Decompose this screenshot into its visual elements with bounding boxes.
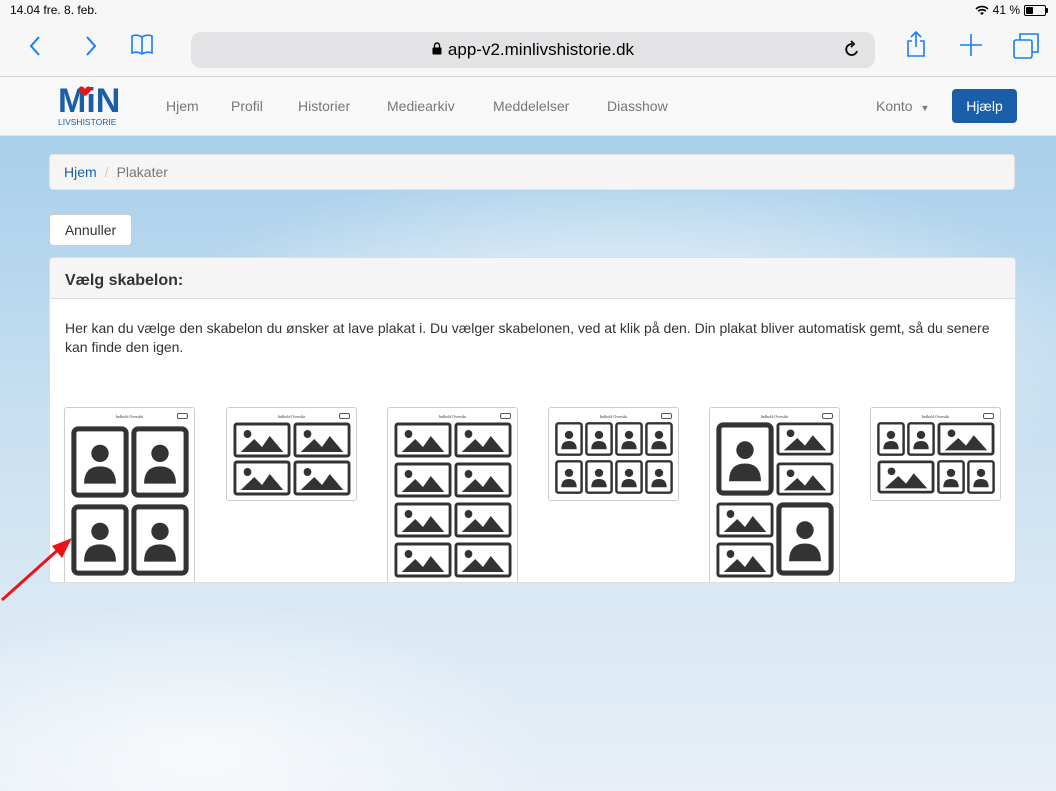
template-option-3[interactable]: Indhold Oversikt: [387, 407, 518, 582]
battery-icon: [1024, 4, 1048, 16]
logo-subtitle: LIVSHISTORIE: [58, 117, 117, 127]
portrait-placeholder-icon: [131, 504, 189, 576]
template-panel: Vælg skabelon: Her kan du vælge den skab…: [49, 257, 1016, 583]
template-badge: [661, 413, 672, 419]
portrait-placeholder-icon: [615, 422, 643, 456]
portrait-placeholder-icon: [615, 460, 643, 494]
portrait-placeholder-icon: [967, 460, 995, 494]
image-placeholder-icon: [454, 462, 512, 498]
site-navbar: MiN LIVSHISTORIE Hjem Profil Historier M…: [0, 77, 1056, 136]
breadcrumb-home[interactable]: Hjem: [64, 164, 97, 180]
breadcrumb-separator: /: [104, 164, 109, 180]
address-bar[interactable]: app-v2.minlivshistorie.dk: [191, 32, 875, 68]
template-header: Indhold Oversikt: [277, 414, 306, 419]
template-header: Indhold Oversikt: [921, 414, 950, 419]
nav-item-meddelelser[interactable]: Meddelelser: [493, 98, 607, 114]
forward-icon[interactable]: [84, 34, 98, 62]
template-badge: [822, 413, 833, 419]
template-badge: [500, 413, 511, 419]
nav-item-hjem[interactable]: Hjem: [166, 98, 231, 114]
portrait-placeholder-icon: [555, 460, 583, 494]
image-placeholder-icon: [233, 422, 291, 458]
template-option-5[interactable]: Indhold Oversikt: [709, 407, 840, 582]
bookmarks-icon[interactable]: [130, 32, 154, 60]
template-badge: [339, 413, 350, 419]
portrait-placeholder-icon: [716, 422, 774, 496]
reload-icon[interactable]: [843, 39, 861, 64]
portrait-placeholder-icon: [585, 422, 613, 456]
nav-item-diasshow[interactable]: Diasshow: [607, 98, 668, 114]
image-placeholder-icon: [293, 422, 351, 458]
image-placeholder-icon: [776, 462, 834, 496]
image-placeholder-icon: [877, 460, 935, 494]
annotation-arrow: [0, 538, 72, 602]
help-button[interactable]: Hjælp: [952, 89, 1017, 123]
tabs-icon[interactable]: [1013, 33, 1039, 63]
image-placeholder-icon: [454, 422, 512, 458]
battery-fill: [1026, 6, 1033, 14]
template-option-1[interactable]: Indhold Oversikt: [64, 407, 195, 582]
portrait-placeholder-icon: [131, 426, 189, 498]
template-header: Indhold Oversikt: [599, 414, 628, 419]
share-icon[interactable]: [906, 30, 926, 62]
breadcrumb: Hjem / Plakater: [49, 154, 1015, 190]
url-text: app-v2.minlivshistorie.dk: [447, 40, 635, 59]
nav-item-mediearkiv[interactable]: Mediearkiv: [387, 98, 493, 114]
breadcrumb-current: Plakater: [116, 164, 168, 180]
main-nav: Hjem Profil Historier Mediearkiv Meddele…: [166, 98, 668, 114]
template-header: Indhold Oversikt: [760, 414, 789, 419]
template-option-6[interactable]: Indhold Oversikt: [870, 407, 1001, 501]
image-placeholder-icon: [454, 542, 512, 578]
image-placeholder-icon: [394, 422, 452, 458]
status-time: 14.04 fre. 8. feb.: [10, 3, 98, 17]
portrait-placeholder-icon: [585, 460, 613, 494]
status-bar: 14.04 fre. 8. feb. 41 %: [0, 0, 1056, 20]
image-placeholder-icon: [716, 502, 774, 538]
portrait-placeholder-icon: [645, 422, 673, 456]
lock-icon: [432, 40, 442, 60]
portrait-placeholder-icon: [776, 502, 834, 576]
panel-title: Vælg skabelon:: [50, 258, 1015, 299]
template-badge: [983, 413, 994, 419]
image-placeholder-icon: [394, 462, 452, 498]
caret-down-icon: ▼: [920, 103, 930, 113]
image-placeholder-icon: [776, 422, 834, 456]
portrait-placeholder-icon: [877, 422, 905, 456]
account-dropdown[interactable]: Konto ▼: [876, 98, 929, 114]
template-option-4[interactable]: Indhold Oversikt: [548, 407, 679, 501]
portrait-placeholder-icon: [71, 426, 129, 498]
image-placeholder-icon: [394, 542, 452, 578]
portrait-placeholder-icon: [907, 422, 935, 456]
cancel-button[interactable]: Annuller: [49, 214, 132, 246]
portrait-placeholder-icon: [555, 422, 583, 456]
site-logo[interactable]: MiN LIVSHISTORIE: [58, 82, 128, 129]
image-placeholder-icon: [233, 460, 291, 496]
image-placeholder-icon: [293, 460, 351, 496]
status-right: 41 %: [975, 3, 1048, 17]
panel-description: Her kan du vælge den skabelon du ønsker …: [65, 320, 990, 355]
portrait-placeholder-icon: [645, 460, 673, 494]
nav-item-historier[interactable]: Historier: [298, 98, 387, 114]
battery-percent: 41 %: [992, 3, 1020, 17]
browser-toolbar: app-v2.minlivshistorie.dk: [0, 20, 1056, 77]
new-tab-icon[interactable]: [959, 33, 983, 61]
back-icon[interactable]: [28, 34, 42, 62]
template-header: Indhold Oversikt: [115, 414, 144, 419]
nav-item-profil[interactable]: Profil: [231, 98, 298, 114]
image-placeholder-icon: [937, 422, 995, 456]
template-option-2[interactable]: Indhold Oversikt: [226, 407, 357, 501]
template-badge: [177, 413, 188, 419]
wifi-icon: [975, 5, 989, 15]
template-header: Indhold Oversikt: [438, 414, 467, 419]
image-placeholder-icon: [716, 542, 774, 578]
account-label: Konto: [876, 98, 913, 114]
portrait-placeholder-icon: [937, 460, 965, 494]
image-placeholder-icon: [454, 502, 512, 538]
image-placeholder-icon: [394, 502, 452, 538]
